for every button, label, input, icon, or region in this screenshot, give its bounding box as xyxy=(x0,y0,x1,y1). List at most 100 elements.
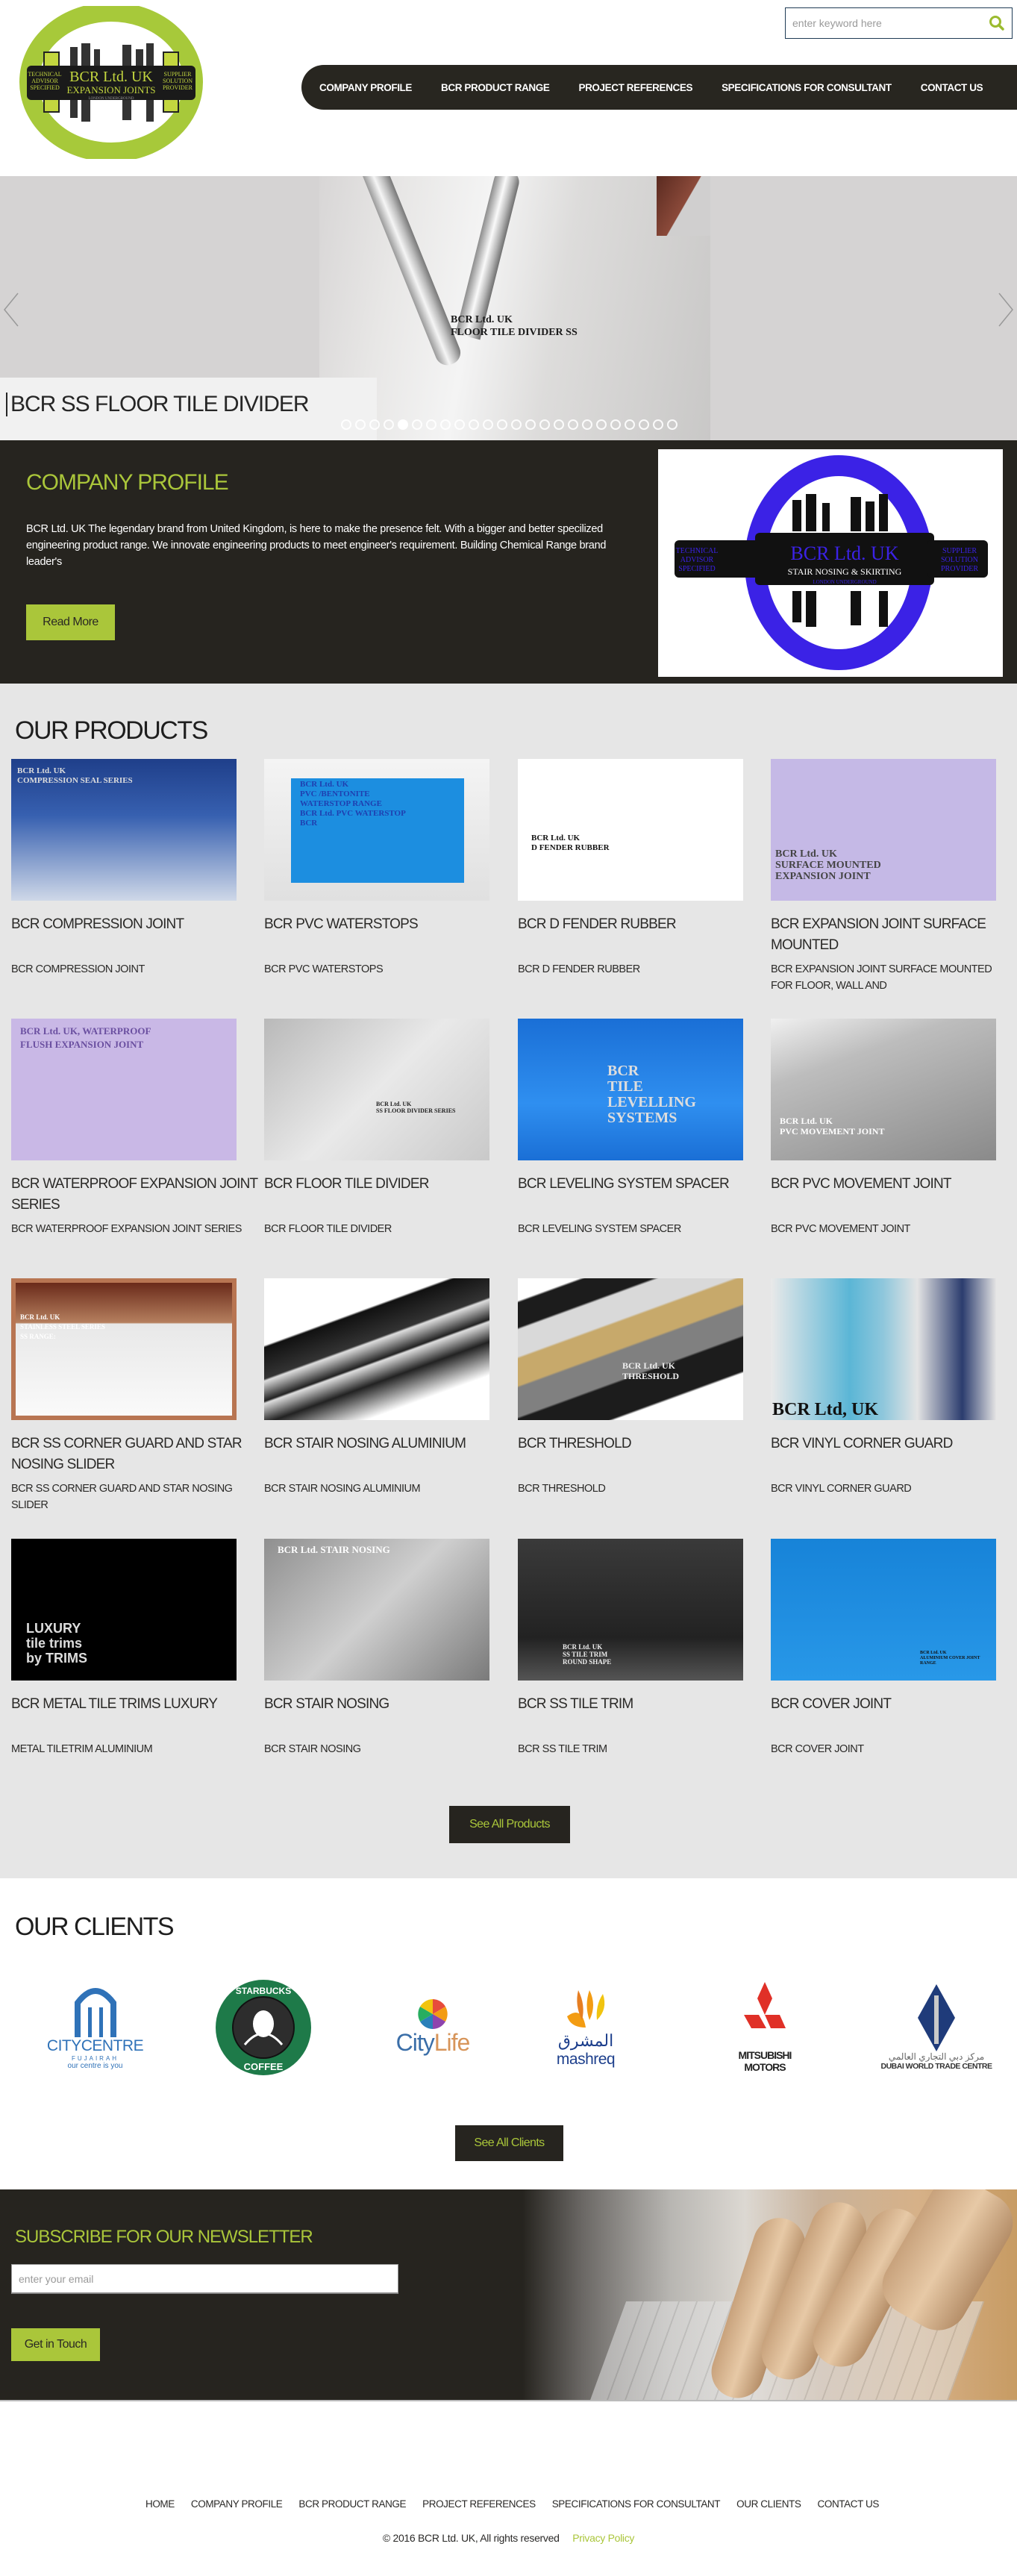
product-card[interactable]: BCR Ltd. UK PVC /BENTONITE WATERSTOP RANGE… xyxy=(264,759,518,975)
footer-link-home[interactable]: HOME xyxy=(145,2498,175,2510)
product-title[interactable]: BCR STAIR NOSING ALUMINIUM xyxy=(264,1434,514,1454)
slider-dot[interactable] xyxy=(525,419,536,430)
slider-dot[interactable] xyxy=(610,419,621,430)
product-card[interactable]: BCR STAIR NOSING ALUMINIUM BCR STAIR NOSI… xyxy=(264,1278,518,1495)
product-title[interactable]: BCR WATERPROOF EXPANSION JOINT SERIES xyxy=(11,1174,261,1216)
footer-link-company-profile[interactable]: COMPANY PROFILE xyxy=(191,2498,283,2510)
product-card[interactable]: BCR Ltd. UK ALUMINIUM COVER JOINT RANGE BC… xyxy=(771,1539,1017,1755)
product-image[interactable]: BCR Ltd. UK, WATERPROOF FLUSH EXPANSION J… xyxy=(11,1019,237,1160)
product-card[interactable]: BCR Ltd. UK COMPRESSION SEAL SERIES BCR CO… xyxy=(11,759,265,975)
slider-dot[interactable] xyxy=(511,419,522,430)
see-all-clients-button[interactable]: See All Clients xyxy=(455,2125,563,2161)
product-title[interactable]: BCR THRESHOLD xyxy=(518,1434,768,1454)
footer-link-contact-us[interactable]: CONTACT US xyxy=(818,2498,880,2510)
slider-dot[interactable] xyxy=(483,419,493,430)
product-image[interactable]: BCR TILE LEVELLING SYSTEMS xyxy=(518,1019,743,1160)
product-card[interactable]: BCR Ltd. UK THRESHOLD BCR THRESHOLD BCR THR… xyxy=(518,1278,772,1495)
product-card[interactable]: BCR Ltd, UK BCR VINYL CORNER GUARD BCR VIN… xyxy=(771,1278,1017,1495)
client-logo-mashreq[interactable]: المشرق mashreq xyxy=(545,1975,627,2080)
footer-link-bcr-product-range[interactable]: BCR PRODUCT RANGE xyxy=(298,2498,406,2510)
client-logo-citylife[interactable]: CityLife CityLife xyxy=(373,1975,492,2080)
slider-dot[interactable] xyxy=(369,419,380,430)
product-card[interactable]: BCR Ltd. UK D FENDER RUBBER BCR D FENDER R… xyxy=(518,759,772,975)
slider-dot[interactable] xyxy=(554,419,564,430)
slider-dot[interactable] xyxy=(582,419,592,430)
slider-dot[interactable] xyxy=(384,419,394,430)
nav-bcr-product-range[interactable]: BCR PRODUCT RANGE xyxy=(441,82,550,93)
product-image[interactable]: BCR Ltd. STAIR NOSING xyxy=(264,1539,489,1681)
slider-dot[interactable] xyxy=(469,419,479,430)
product-image[interactable]: BCR Ltd. UK SS TILE TRIM ROUND SHAPE xyxy=(518,1539,743,1681)
read-more-button[interactable]: Read More xyxy=(26,604,115,640)
slider-dot[interactable] xyxy=(653,419,663,430)
product-image[interactable]: BCR Ltd. UK D FENDER RUBBER xyxy=(518,759,743,901)
product-image[interactable]: BCR Ltd. UK ALUMINIUM COVER JOINT RANGE xyxy=(771,1539,996,1681)
client-logo-citycentre[interactable]: CITYCENTRE FUJAIRAH our centre is you xyxy=(34,1975,157,2080)
chevron-left-icon[interactable] xyxy=(1,291,22,328)
product-image[interactable]: BCR Ltd. UK SS FLOOR DIVIDER SERIES xyxy=(264,1019,489,1160)
company-logo[interactable]: TECHNICAL ADVISOR SPECIFIED SUPPLIER SOL… xyxy=(10,2,212,162)
product-title[interactable]: BCR FLOOR TILE DIVIDER xyxy=(264,1174,514,1195)
product-card[interactable]: BCR Ltd. UK, WATERPROOF FLUSH EXPANSION J… xyxy=(11,1019,265,1235)
product-image[interactable]: BCR Ltd. UK PVC /BENTONITE WATERSTOP RANGE… xyxy=(264,759,489,901)
product-title[interactable]: BCR COVER JOINT xyxy=(771,1694,1017,1715)
slider-dot[interactable] xyxy=(412,419,422,430)
product-card[interactable]: BCR Ltd. UK STAINLESS STEEL SERIES SS RANG… xyxy=(11,1278,265,1511)
search-icon[interactable] xyxy=(988,14,1006,32)
client-logo-dubai-world-trade-centre[interactable]: مركز دبي التجاري العالمي DUBAI WORLD TRA… xyxy=(869,1975,1004,2080)
slider-dot[interactable] xyxy=(398,419,408,430)
slider-dot[interactable] xyxy=(497,419,507,430)
slider-dot[interactable] xyxy=(539,419,550,430)
product-card[interactable]: BCR Ltd. UK PVC MOVEMENT JOINT BCR PVC MOV… xyxy=(771,1019,1017,1235)
product-card[interactable]: BCR Ltd. UK SS TILE TRIM ROUND SHAPE BCR SS… xyxy=(518,1539,772,1755)
product-title[interactable]: BCR SS TILE TRIM xyxy=(518,1694,768,1715)
product-title[interactable]: BCR METAL TILE TRIMS LUXURY xyxy=(11,1694,261,1715)
product-image[interactable]: BCR Ltd. UK STAINLESS STEEL SERIES SS RANG… xyxy=(11,1278,237,1420)
slider-dot[interactable] xyxy=(639,419,649,430)
product-card[interactable]: BCR Ltd. STAIR NOSING BCR STAIR NOSING BCR… xyxy=(264,1539,518,1755)
product-card[interactable]: BCR TILE LEVELLING SYSTEMS BCR LEVELING SYST… xyxy=(518,1019,772,1235)
client-logo-starbucks[interactable]: STARBUCKS COFFEE xyxy=(211,1975,316,2080)
product-title[interactable]: BCR PVC MOVEMENT JOINT xyxy=(771,1174,1017,1195)
nav-contact-us[interactable]: CONTACT US xyxy=(921,82,983,93)
nav-company-profile[interactable]: COMPANY PROFILE xyxy=(319,82,412,93)
footer-link-our-clients[interactable]: OUR CLIENTS xyxy=(736,2498,801,2510)
client-logo-mitsubishi[interactable]: MITSUBISHI MOTORS xyxy=(727,1975,802,2080)
product-image[interactable]: BCR Ltd. UK PVC MOVEMENT JOINT xyxy=(771,1019,996,1160)
product-title[interactable]: BCR LEVELING SYSTEM SPACER xyxy=(518,1174,768,1195)
search-input[interactable] xyxy=(786,8,972,38)
product-image[interactable]: LUXURY tile trims by TRIMS xyxy=(11,1539,237,1681)
product-title[interactable]: BCR EXPANSION JOINT SURFACE MOUNTED xyxy=(771,914,1017,956)
slider-dot[interactable] xyxy=(625,419,635,430)
product-card[interactable]: BCR Ltd. UK SURFACE MOUNTED EXPANSION JOIN… xyxy=(771,759,1017,992)
product-image[interactable] xyxy=(264,1278,489,1420)
product-title[interactable]: BCR VINYL CORNER GUARD xyxy=(771,1434,1017,1454)
product-title[interactable]: BCR COMPRESSION JOINT xyxy=(11,914,261,935)
chevron-right-icon[interactable] xyxy=(995,291,1016,328)
product-image[interactable]: BCR Ltd. UK COMPRESSION SEAL SERIES xyxy=(11,759,237,901)
slider-dot[interactable] xyxy=(355,419,366,430)
product-title[interactable]: BCR PVC WATERSTOPS xyxy=(264,914,514,935)
product-title[interactable]: BCR D FENDER RUBBER xyxy=(518,914,768,935)
see-all-products-button[interactable]: See All Products xyxy=(449,1806,570,1843)
product-image[interactable]: BCR Ltd. UK THRESHOLD xyxy=(518,1278,743,1420)
product-card[interactable]: BCR Ltd. UK SS FLOOR DIVIDER SERIES BCR FL… xyxy=(264,1019,518,1235)
footer-link-project-references[interactable]: PROJECT REFERENCES xyxy=(422,2498,536,2510)
slider-dot[interactable] xyxy=(568,419,578,430)
product-image[interactable]: BCR Ltd. UK SURFACE MOUNTED EXPANSION JOIN… xyxy=(771,759,996,901)
slider-dot[interactable] xyxy=(454,419,465,430)
slider-dot[interactable] xyxy=(426,419,436,430)
slider-dot[interactable] xyxy=(667,419,678,430)
nav-project-references[interactable]: PROJECT REFERENCES xyxy=(578,82,692,93)
nav-specifications-for-consultant[interactable]: SPECIFICATIONS FOR CONSULTANT xyxy=(722,82,892,93)
footer-link-specifications-for-consultant[interactable]: SPECIFICATIONS FOR CONSULTANT xyxy=(552,2498,721,2510)
newsletter-email-input[interactable] xyxy=(11,2264,398,2294)
slider-dot[interactable] xyxy=(341,419,351,430)
product-title[interactable]: BCR SS CORNER GUARD AND STAR NOSING SLID… xyxy=(11,1434,261,1475)
slider-dot[interactable] xyxy=(596,419,607,430)
product-image[interactable]: BCR Ltd, UK xyxy=(771,1278,996,1420)
product-card[interactable]: LUXURY tile trims by TRIMS BCR METAL TILE T… xyxy=(11,1539,265,1755)
slider-dot[interactable] xyxy=(440,419,451,430)
privacy-policy-link[interactable]: Privacy Policy xyxy=(572,2532,634,2544)
product-title[interactable]: BCR STAIR NOSING xyxy=(264,1694,514,1715)
